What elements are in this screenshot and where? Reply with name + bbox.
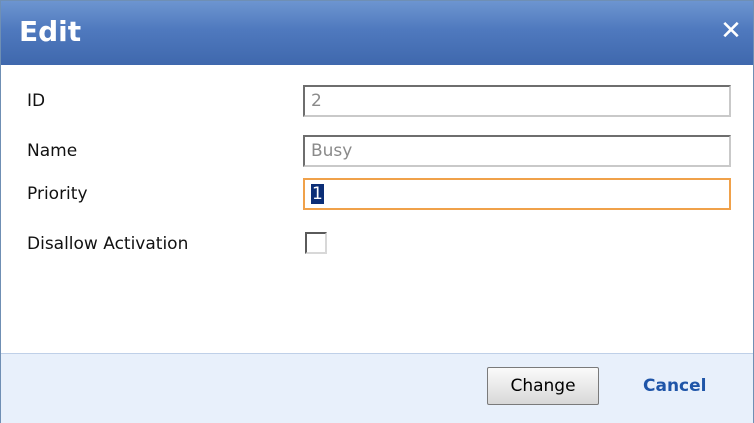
dialog-footer: Change Cancel <box>1 353 753 423</box>
disallow-activation-checkbox[interactable] <box>305 232 327 254</box>
row-name: Name Busy <box>1 135 753 171</box>
dialog-title: Edit <box>19 15 82 48</box>
priority-selected-text: 1 <box>311 184 324 204</box>
dialog-titlebar: Edit ✕ <box>1 1 753 65</box>
priority-label: Priority <box>27 184 88 204</box>
close-icon[interactable]: ✕ <box>717 15 745 47</box>
row-priority: Priority 1 <box>1 178 753 214</box>
edit-dialog: Edit ✕ ID 2 Name Busy Priority 1 Disallo… <box>0 0 754 423</box>
id-label: ID <box>27 91 46 111</box>
cancel-link[interactable]: Cancel <box>643 376 706 396</box>
name-field[interactable]: Busy <box>303 135 731 167</box>
dialog-body: ID 2 Name Busy Priority 1 Disallow Activ… <box>1 65 753 353</box>
disallow-activation-label: Disallow Activation <box>27 234 189 254</box>
id-field[interactable]: 2 <box>303 85 731 117</box>
priority-field[interactable]: 1 <box>303 178 731 210</box>
row-disallow-activation: Disallow Activation <box>1 228 753 264</box>
name-label: Name <box>27 141 78 161</box>
change-button[interactable]: Change <box>487 367 599 405</box>
row-id: ID 2 <box>1 85 753 121</box>
